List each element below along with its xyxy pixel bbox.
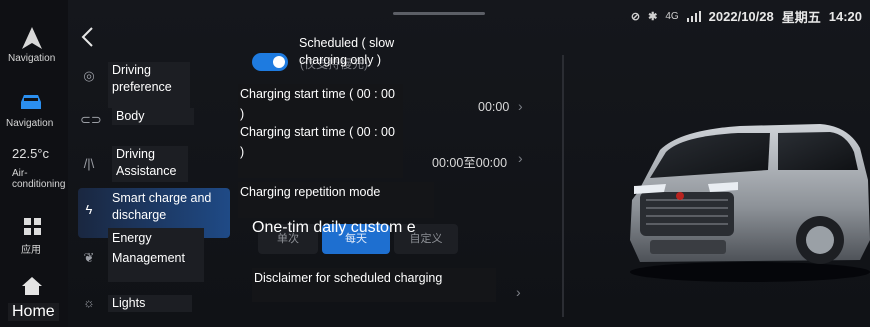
start-time-2-value: 00:00至00:00 (432, 156, 508, 170)
left-rail: Navigation Navigation 22.5°c Air-conditi… (0, 0, 68, 327)
menu-item-driving-preference[interactable]: ◎ Driving preference (78, 62, 228, 108)
network-label: 4G (665, 11, 679, 22)
repetition-options-text: One-tim daily custom e (252, 219, 416, 236)
steering-wheel-icon: ◎ (83, 68, 95, 83)
menu-item-lights[interactable]: ☼ Lights (78, 295, 228, 315)
menu-label: Driving Assistance (112, 146, 188, 182)
menu-label: Body (112, 108, 194, 125)
apps-grid-icon[interactable] (24, 218, 41, 235)
drag-handle[interactable] (393, 12, 485, 15)
menu-label: Energy Management (108, 228, 204, 282)
vehicle-icon[interactable] (20, 93, 42, 111)
light-bulb-icon: ☼ (83, 295, 95, 310)
rail-apps-label: 应用 (21, 245, 41, 256)
weekday-text: 星期五 (781, 10, 821, 25)
start-time-1-label: Charging start time ( 00 : 00 ) (238, 84, 403, 126)
start-time-1-value: 00:00 (478, 100, 510, 114)
rail-navigation-label: Navigation (8, 53, 56, 64)
car-body-icon: ⊂⊃ (80, 112, 102, 127)
lane-assist-icon: /|\ (83, 156, 95, 171)
scheduled-label: Scheduled ( slow charging only ) (299, 36, 395, 67)
menu-label: Driving preference (108, 62, 190, 108)
rail-vehicle-label: Navigation (6, 118, 54, 129)
status-bar: ⊘ ✱ 4G 2022/10/28 星期五 14:20 (631, 7, 862, 26)
chevron-right-icon[interactable]: › (516, 284, 521, 300)
home-icon[interactable] (22, 277, 42, 295)
menu-item-energy-management[interactable]: ❦ Energy Management (78, 228, 228, 282)
leaf-icon: ❦ (83, 250, 95, 265)
time-text: 14:20 (828, 9, 862, 24)
menu-item-smart-charge[interactable]: ϟ Smart charge and discharge (78, 190, 228, 230)
navigation-arrow-icon[interactable] (22, 27, 42, 49)
lightning-icon: ϟ (85, 202, 93, 217)
back-chevron-icon[interactable] (78, 26, 98, 48)
menu-item-body[interactable]: ⊂⊃ Body (78, 108, 228, 132)
rail-home-label: Home (8, 303, 59, 321)
rail-air-label: Air-conditioning (12, 168, 66, 190)
chevron-right-icon[interactable]: › (518, 98, 523, 114)
scheduled-charging-toggle[interactable] (252, 53, 288, 71)
temperature-readout[interactable]: 22.5°c (12, 146, 49, 161)
chevron-right-icon[interactable]: › (518, 150, 523, 166)
panel-divider (562, 55, 564, 317)
wifi-off-icon: ⊘ (630, 11, 641, 23)
signal-icon (686, 11, 701, 22)
charging-settings-screen: ⊘ ✱ 4G 2022/10/28 星期五 14:20 Navigation N… (0, 0, 870, 327)
vehicle-illustration (630, 124, 870, 282)
menu-label: Smart charge and discharge (112, 191, 212, 222)
repetition-mode-label: Charging repetition mode (238, 182, 434, 218)
start-time-2-label: Charging start time ( 00 : 00 ) (238, 122, 403, 178)
date-text: 2022/10/28 (708, 9, 774, 24)
menu-item-driving-assistance[interactable]: /|\ Driving Assistance (78, 146, 228, 186)
menu-label: Lights (108, 295, 192, 312)
bluetooth-icon: ✱ (648, 11, 658, 23)
disclaimer-label[interactable]: Disclaimer for scheduled charging (252, 268, 496, 302)
